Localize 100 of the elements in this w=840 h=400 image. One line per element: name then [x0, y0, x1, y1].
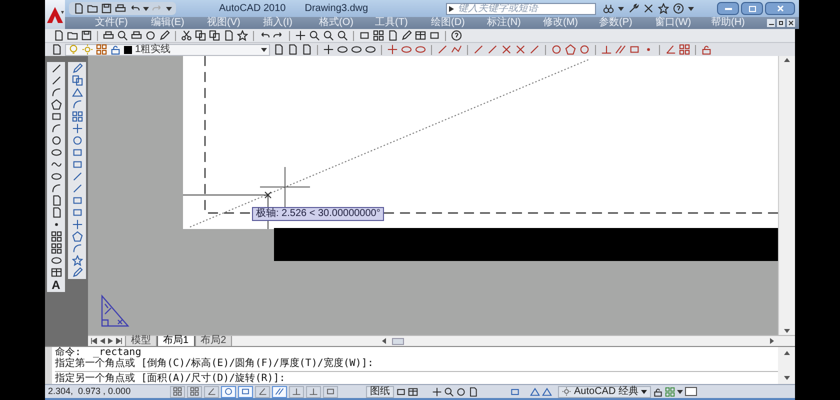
pencil-icon[interactable]: [401, 30, 412, 41]
scroll-left-icon[interactable]: [382, 338, 386, 344]
pentagon-icon[interactable]: [50, 99, 62, 110]
text-tool-label[interactable]: A: [52, 279, 60, 291]
copy-icon[interactable]: [209, 30, 220, 41]
star-icon[interactable]: [72, 255, 82, 266]
magnifier-icon[interactable]: [117, 30, 128, 41]
lock-icon[interactable]: [653, 386, 664, 396]
grid-icon[interactable]: [373, 30, 384, 41]
help-icon[interactable]: [451, 30, 462, 41]
layer-dropdown[interactable]: 1粗实线: [65, 44, 270, 56]
ellipse-icon[interactable]: [50, 255, 62, 266]
document-icon[interactable]: [50, 195, 62, 206]
caret-icon[interactable]: [688, 6, 694, 10]
close-button[interactable]: [765, 2, 795, 15]
line-icon[interactable]: [50, 63, 62, 74]
pencil-icon[interactable]: [72, 267, 82, 278]
ellipse-icon[interactable]: [337, 44, 348, 55]
paper-space-button[interactable]: 图纸: [366, 386, 394, 398]
magnifier-icon[interactable]: [444, 386, 454, 396]
menu-item[interactable]: 参数(P): [599, 18, 655, 28]
menu-item[interactable]: 插入(I): [263, 18, 319, 28]
move-icon[interactable]: [72, 123, 82, 134]
drafting-toggle[interactable]: [272, 386, 287, 398]
line-icon[interactable]: [72, 183, 82, 194]
grid-icon[interactable]: [173, 387, 182, 396]
scroll-right-icon[interactable]: [770, 338, 774, 344]
table-icon[interactable]: [50, 267, 62, 278]
menu-item[interactable]: 视图(V): [207, 18, 263, 28]
perpendicular-icon[interactable]: [601, 44, 612, 55]
line-icon[interactable]: [72, 171, 82, 182]
document-icon[interactable]: [301, 44, 312, 55]
command-scrollbar[interactable]: [778, 347, 795, 384]
rectangle-icon[interactable]: [72, 207, 82, 218]
menu-item[interactable]: 修改(M): [543, 18, 599, 28]
copy-icon[interactable]: [72, 75, 82, 86]
document-icon[interactable]: [387, 30, 398, 41]
pencil-icon[interactable]: [72, 63, 82, 74]
document-icon[interactable]: [50, 207, 62, 218]
scroll-down-icon[interactable]: [784, 329, 790, 333]
grid-icon[interactable]: [50, 243, 62, 254]
line-icon[interactable]: [50, 75, 62, 86]
printer-icon[interactable]: [115, 3, 126, 14]
layout-tab[interactable]: 布局1: [157, 336, 195, 346]
scroll-up-icon[interactable]: [784, 58, 790, 62]
document-icon[interactable]: [468, 386, 478, 396]
drawing-canvas[interactable]: 极轴: 2.526 < 30.00000000°: [88, 56, 778, 335]
move-icon[interactable]: [432, 386, 442, 396]
lock-icon[interactable]: [110, 44, 121, 55]
layout-tab[interactable]: 模型: [125, 336, 157, 346]
menu-item[interactable]: 文件(F): [95, 18, 151, 28]
menu-item[interactable]: 工具(T): [375, 18, 431, 28]
rectangle-icon[interactable]: [241, 387, 250, 396]
circle-icon[interactable]: [224, 387, 233, 396]
caret-icon[interactable]: [618, 6, 624, 10]
drafting-toggle[interactable]: [170, 386, 185, 398]
minimize-button[interactable]: [717, 2, 739, 15]
document-icon[interactable]: [73, 3, 84, 14]
rectangle-icon[interactable]: [396, 386, 406, 396]
wrench-icon[interactable]: [628, 3, 640, 14]
rectangle-icon[interactable]: [72, 159, 82, 170]
circle-icon[interactable]: [145, 30, 156, 41]
document-icon[interactable]: [273, 44, 284, 55]
parallel-lines-icon[interactable]: [615, 44, 626, 55]
angle-icon[interactable]: [207, 387, 216, 396]
menu-item[interactable]: 标注(N): [487, 18, 543, 28]
drafting-toggle[interactable]: [255, 386, 270, 398]
scroll-thumb[interactable]: [392, 338, 404, 344]
angle-icon[interactable]: [665, 44, 676, 55]
magnifier-icon[interactable]: [309, 30, 320, 41]
scroll-up-icon[interactable]: [784, 351, 790, 355]
app-logo-icon[interactable]: [45, 0, 65, 29]
close-icon[interactable]: [787, 19, 795, 27]
polyline-icon[interactable]: [451, 44, 462, 55]
caret-icon[interactable]: [143, 6, 149, 10]
last-tab-icon[interactable]: [116, 338, 122, 344]
perpendicular-icon[interactable]: [309, 387, 318, 396]
menu-item[interactable]: 帮助(H): [711, 18, 767, 28]
document-icon[interactable]: [51, 44, 62, 55]
scissors-icon[interactable]: [181, 30, 192, 41]
rectangle-icon[interactable]: [429, 30, 440, 41]
layout-tab[interactable]: 布局2: [194, 336, 232, 346]
drafting-toggle[interactable]: [221, 386, 236, 398]
clean-screen-icon[interactable]: [685, 387, 698, 396]
caret-icon[interactable]: [677, 390, 684, 394]
drafting-toggle[interactable]: [306, 386, 321, 398]
menu-item[interactable]: 绘图(D): [431, 18, 487, 28]
triangle-icon[interactable]: [72, 87, 82, 98]
star-icon[interactable]: [658, 3, 670, 14]
drafting-toggle[interactable]: [323, 386, 338, 398]
caret-icon[interactable]: [641, 390, 648, 394]
arc-icon[interactable]: [50, 87, 62, 98]
sun-icon[interactable]: [562, 387, 571, 396]
minimize-icon[interactable]: [767, 19, 775, 27]
cross-icon[interactable]: [643, 3, 654, 14]
move-icon[interactable]: [323, 44, 334, 55]
rectangle-icon[interactable]: [72, 147, 82, 158]
magnifier-icon[interactable]: [337, 30, 348, 41]
printer-icon[interactable]: [103, 30, 114, 41]
document-icon[interactable]: [287, 44, 298, 55]
